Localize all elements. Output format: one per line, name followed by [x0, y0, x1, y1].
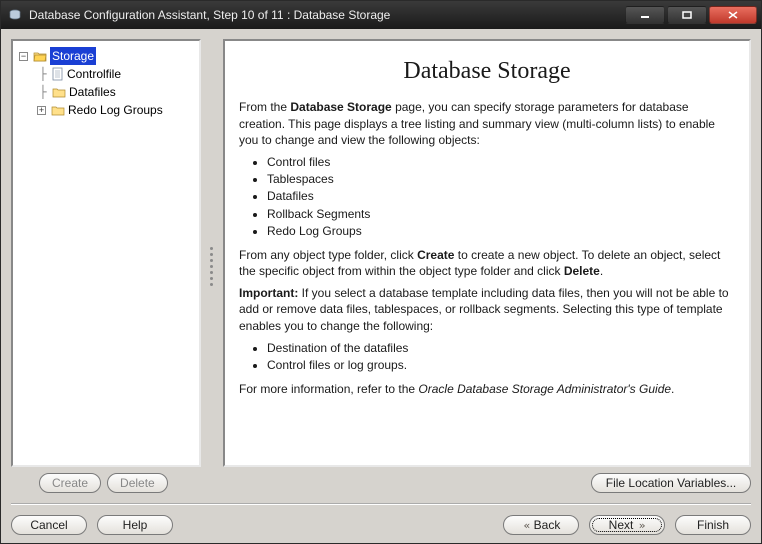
- tree-item-redo-log-groups[interactable]: + Redo Log Groups: [35, 101, 195, 119]
- app-window: Database Configuration Assistant, Step 1…: [0, 0, 762, 544]
- file-location-variables-button[interactable]: File Location Variables...: [591, 473, 751, 493]
- close-button[interactable]: [709, 6, 757, 24]
- intro-paragraph: From the Database Storage page, you can …: [239, 99, 735, 148]
- back-button[interactable]: « Back: [503, 515, 579, 535]
- tree-item-label: Controlfile: [67, 65, 121, 83]
- next-button[interactable]: Next »: [589, 515, 665, 535]
- more-info-paragraph: For more information, refer to the Oracl…: [239, 381, 735, 397]
- list-item: Destination of the datafiles: [267, 340, 735, 356]
- window-title: Database Configuration Assistant, Step 1…: [29, 8, 625, 22]
- help-button[interactable]: Help: [97, 515, 173, 535]
- list-item: Tablespaces: [267, 171, 735, 187]
- folder-icon: [51, 104, 65, 116]
- wizard-footer: Cancel Help « Back Next » Finish: [11, 503, 751, 535]
- document-icon: [52, 67, 64, 81]
- tree-root-storage[interactable]: − Storage: [17, 47, 195, 65]
- list-item: Control files: [267, 154, 735, 170]
- nav-panel: − Storage ├ Controlfile ├: [11, 39, 201, 493]
- minimize-button[interactable]: [625, 6, 665, 24]
- client-area: − Storage ├ Controlfile ├: [1, 29, 761, 543]
- page-title: Database Storage: [239, 55, 735, 87]
- chevron-left-icon: «: [524, 519, 529, 532]
- tree-item-label: Redo Log Groups: [68, 101, 163, 119]
- list-item: Control files or log groups.: [267, 357, 735, 373]
- content-pane: Database Storage From the Database Stora…: [223, 39, 751, 467]
- expand-icon[interactable]: +: [37, 106, 46, 115]
- folder-open-icon: [33, 50, 47, 62]
- tree-item-datafiles[interactable]: ├ Datafiles: [35, 83, 195, 101]
- tree-line-icon: ├: [37, 65, 49, 83]
- tree-line-icon: ├: [37, 83, 49, 101]
- template-list: Destination of the datafiles Control fil…: [239, 340, 735, 373]
- important-paragraph: Important: If you select a database temp…: [239, 285, 735, 334]
- tree-item-controlfile[interactable]: ├ Controlfile: [35, 65, 195, 83]
- cancel-button[interactable]: Cancel: [11, 515, 87, 535]
- objects-list: Control files Tablespaces Datafiles Roll…: [239, 154, 735, 239]
- finish-button[interactable]: Finish: [675, 515, 751, 535]
- chevron-right-icon: »: [639, 519, 644, 532]
- tree-root-label: Storage: [50, 47, 96, 65]
- tree-item-label: Datafiles: [69, 83, 116, 101]
- titlebar: Database Configuration Assistant, Step 1…: [1, 1, 761, 29]
- object-tree[interactable]: − Storage ├ Controlfile ├: [11, 39, 201, 467]
- list-item: Rollback Segments: [267, 206, 735, 222]
- list-item: Redo Log Groups: [267, 223, 735, 239]
- create-button[interactable]: Create: [39, 473, 101, 493]
- delete-button[interactable]: Delete: [107, 473, 168, 493]
- maximize-button[interactable]: [667, 6, 707, 24]
- collapse-icon[interactable]: −: [19, 52, 28, 61]
- list-item: Datafiles: [267, 188, 735, 204]
- window-controls: [625, 6, 757, 24]
- create-delete-paragraph: From any object type folder, click Creat…: [239, 247, 735, 279]
- app-icon: [7, 7, 23, 23]
- splitter-handle[interactable]: [209, 39, 215, 493]
- folder-icon: [52, 86, 66, 98]
